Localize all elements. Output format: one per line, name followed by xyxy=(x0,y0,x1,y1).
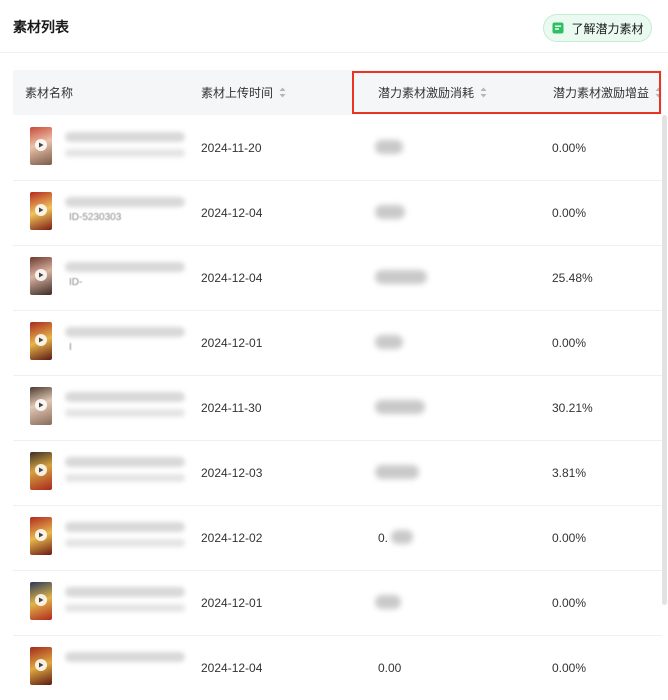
table-row[interactable]: I 2024-12-01 0.00% xyxy=(13,310,662,376)
column-header-upload-time[interactable]: 素材上传时间 xyxy=(201,70,286,115)
upload-date: 2024-12-01 xyxy=(201,336,263,350)
upload-date: 2024-11-20 xyxy=(201,141,262,155)
upload-date: 2024-12-01 xyxy=(201,596,263,610)
column-header-label: 素材名称 xyxy=(25,86,74,100)
play-icon xyxy=(35,594,47,606)
play-icon xyxy=(35,659,47,671)
page-title: 素材列表 xyxy=(13,19,69,35)
table-row[interactable]: 2024-12-04 0.00 0.00% xyxy=(13,635,662,700)
material-name xyxy=(65,197,185,207)
play-icon xyxy=(35,204,47,216)
table-row[interactable]: 2024-11-30 30.21% xyxy=(13,375,662,441)
table-row[interactable]: 2024-11-20 0.00% xyxy=(13,115,662,181)
play-icon xyxy=(35,529,47,541)
incentive-gain: 0.00% xyxy=(552,206,587,220)
incentive-gain: 0.00% xyxy=(552,531,587,545)
incentive-cost xyxy=(375,270,427,284)
material-name xyxy=(65,587,185,597)
table-row[interactable]: ID- 2024-12-04 25.48% xyxy=(13,245,662,311)
incentive-gain: 0.00% xyxy=(552,596,587,610)
play-icon xyxy=(35,269,47,281)
play-icon xyxy=(35,399,47,411)
upload-date: 2024-12-04 xyxy=(201,206,263,220)
incentive-cost xyxy=(375,465,419,479)
table-row[interactable]: 2024-12-02 0. 0.00% xyxy=(13,505,662,571)
material-thumbnail[interactable] xyxy=(30,452,52,490)
play-icon xyxy=(35,334,47,346)
learn-button-label: 了解潜力素材 xyxy=(571,21,644,36)
material-name xyxy=(65,652,185,662)
material-thumbnail[interactable] xyxy=(30,647,52,685)
material-id xyxy=(65,604,185,612)
highlight-box xyxy=(352,71,661,114)
upload-date: 2024-12-03 xyxy=(201,466,263,480)
upload-date: 2024-12-02 xyxy=(201,531,263,545)
material-id xyxy=(65,149,185,157)
table-row[interactable]: 2024-12-03 3.81% xyxy=(13,440,662,506)
table-row[interactable]: ID-5230303 2024-12-04 0.00% xyxy=(13,180,662,246)
material-name xyxy=(65,392,185,402)
incentive-cost xyxy=(375,335,403,349)
incentive-cost xyxy=(375,140,403,154)
incentive-gain: 30.21% xyxy=(552,401,593,415)
material-thumbnail[interactable] xyxy=(30,582,52,620)
incentive-cost xyxy=(375,595,401,609)
material-name xyxy=(65,262,185,272)
incentive-gain: 3.81% xyxy=(552,466,587,480)
upload-date: 2024-11-30 xyxy=(201,401,262,415)
material-thumbnail[interactable] xyxy=(30,127,52,165)
material-name xyxy=(65,522,185,532)
material-id: I xyxy=(69,342,72,353)
material-name xyxy=(65,132,185,142)
column-header-label: 素材上传时间 xyxy=(201,86,274,100)
material-thumbnail[interactable] xyxy=(30,517,52,555)
material-thumbnail[interactable] xyxy=(30,322,52,360)
incentive-cost xyxy=(375,400,425,414)
material-thumbnail[interactable] xyxy=(30,192,52,230)
material-id xyxy=(65,539,185,547)
column-header-material-name: 素材名称 xyxy=(25,70,73,115)
incentive-cost xyxy=(375,205,405,219)
upload-date: 2024-12-04 xyxy=(201,271,263,285)
panel-header: 素材列表 了解潜力素材 xyxy=(0,0,668,53)
material-id xyxy=(65,409,185,417)
material-list-panel: 素材列表 了解潜力素材 素材名称 素材上传时间 潜力素材激励消耗 潜力素材激励增… xyxy=(0,0,668,685)
material-thumbnail[interactable] xyxy=(30,257,52,295)
sort-icon[interactable] xyxy=(279,87,286,98)
vertical-scrollbar[interactable] xyxy=(662,115,667,605)
material-id: ID- xyxy=(69,277,83,288)
book-icon xyxy=(552,22,564,34)
incentive-gain: 25.48% xyxy=(552,271,593,285)
play-icon xyxy=(35,464,47,476)
material-id: ID-5230303 xyxy=(69,212,122,223)
material-name xyxy=(65,327,185,337)
incentive-cost: 0. xyxy=(378,531,389,545)
incentive-cost-blur xyxy=(391,530,413,544)
table-row[interactable]: 2024-12-01 0.00% xyxy=(13,570,662,636)
material-thumbnail[interactable] xyxy=(30,387,52,425)
incentive-gain: 0.00% xyxy=(552,336,587,350)
material-name xyxy=(65,457,185,467)
learn-potential-material-button[interactable]: 了解潜力素材 xyxy=(543,14,652,42)
play-icon xyxy=(35,139,47,151)
material-id xyxy=(65,474,185,482)
incentive-gain: 0.00% xyxy=(552,141,587,155)
